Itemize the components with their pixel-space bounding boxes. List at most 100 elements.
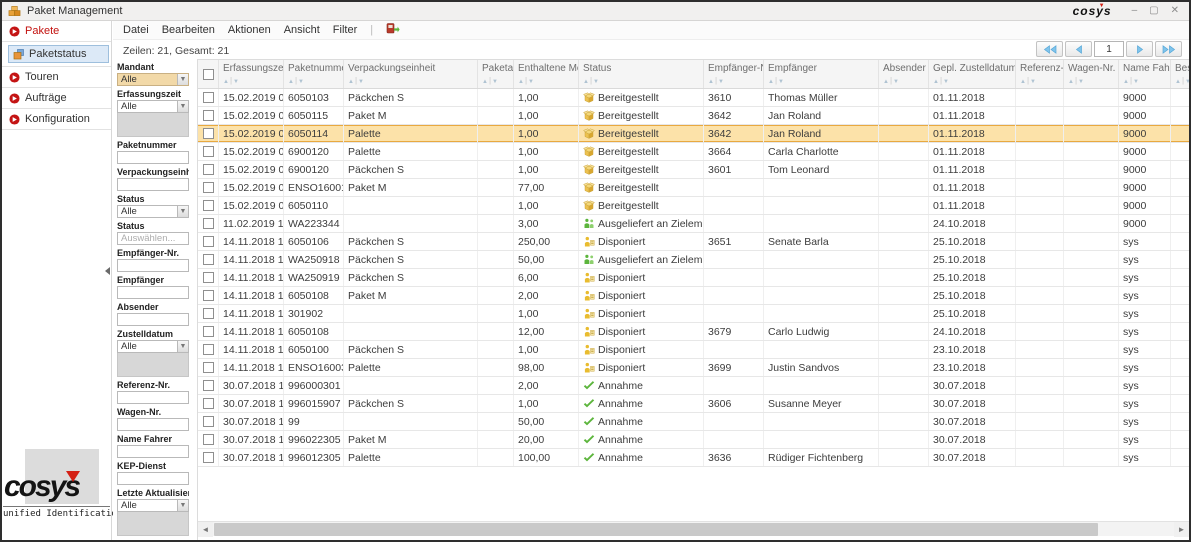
sort-icons[interactable]: ▲|▼ (1020, 76, 1063, 85)
page-first-button[interactable] (1036, 41, 1063, 57)
table-row[interactable]: 14.11.2018 14:496050106Päckchen S250,00D… (198, 233, 1189, 251)
select-all-checkbox[interactable] (203, 69, 214, 80)
sort-icons[interactable]: ▲|▼ (708, 76, 763, 85)
column-header-gepl-zustelldatum[interactable]: Gepl. Zustelldatum ▲|▼ (929, 60, 1016, 88)
table-row[interactable]: 15.02.2019 08:566900120Palette1,00Bereit… (198, 143, 1189, 161)
page-prev-button[interactable] (1065, 41, 1092, 57)
row-checkbox[interactable] (203, 146, 214, 157)
table-row[interactable]: 15.02.2019 09:006050114Palette1,00Bereit… (198, 125, 1189, 143)
sidebar-item-paketstatus[interactable]: Paketstatus (8, 45, 109, 63)
filter-input-paketnummer[interactable] (117, 151, 189, 164)
menu-datei[interactable]: Datei (123, 24, 149, 36)
chevron-down-icon[interactable]: ▼ (177, 341, 188, 352)
filter-select-letzte-aktualisierung[interactable]: Alle ▼ (117, 499, 189, 512)
filter-panel-collapse-icon[interactable] (105, 267, 110, 275)
table-row[interactable]: 15.02.2019 09:016050115Paket M1,00Bereit… (198, 107, 1189, 125)
table-row[interactable]: 30.07.2018 15:419960003012,00Annahme30.0… (198, 377, 1189, 395)
table-row[interactable]: 14.11.2018 13:416050100Päckchen S1,00Dis… (198, 341, 1189, 359)
sort-icons[interactable]: ▲|▼ (223, 76, 283, 85)
page-number-input[interactable]: 1 (1094, 41, 1124, 57)
filter-input-kep-dienst[interactable] (117, 472, 189, 485)
sort-icons[interactable]: ▲|▼ (1123, 76, 1170, 85)
filter-input-absender[interactable] (117, 313, 189, 326)
menu-bearbeiten[interactable]: Bearbeiten (162, 24, 215, 36)
row-checkbox[interactable] (203, 218, 214, 229)
column-header-referenz-nr[interactable]: Referenz-Nr. ▲|▼ (1016, 60, 1064, 88)
horizontal-scrollbar[interactable]: ◄ ► (198, 521, 1189, 536)
filter-input-status[interactable]: Auswählen... (117, 232, 189, 245)
scroll-right-button[interactable]: ► (1174, 522, 1189, 537)
row-checkbox[interactable] (203, 290, 214, 301)
filter-select-status[interactable]: Alle ▼ (117, 205, 189, 218)
row-checkbox[interactable] (203, 398, 214, 409)
page-last-button[interactable] (1155, 41, 1182, 57)
sort-icons[interactable]: ▲|▼ (348, 76, 477, 85)
sort-icons[interactable]: ▲|▼ (482, 76, 513, 85)
sort-icons[interactable]: ▲|▼ (518, 76, 578, 85)
sidebar-item-touren[interactable]: Touren (2, 67, 111, 88)
minimize-button[interactable]: – (1132, 6, 1138, 16)
sort-icons[interactable]: ▲|▼ (288, 76, 343, 85)
column-header-empf-nger[interactable]: Empfänger ▲|▼ (764, 60, 879, 88)
sidebar-item-pakete[interactable]: Pakete (2, 21, 111, 42)
table-row[interactable]: 14.11.2018 13:41ENSO160039Palette98,00Di… (198, 359, 1189, 377)
row-checkbox[interactable] (203, 200, 214, 211)
page-next-button[interactable] (1126, 41, 1153, 57)
sort-icons[interactable]: ▲|▼ (933, 76, 1015, 85)
row-checkbox[interactable] (203, 182, 214, 193)
table-row[interactable]: 15.02.2019 09:076050103Päckchen S1,00Ber… (198, 89, 1189, 107)
filter-input-empf-nger-nr[interactable] (117, 259, 189, 272)
table-row[interactable]: 30.07.2018 15:419950,00Annahme30.07.2018… (198, 413, 1189, 431)
table-row[interactable]: 15.02.2019 08:5560501101,00Bereitgestell… (198, 197, 1189, 215)
sort-icons[interactable]: ▲|▼ (883, 76, 928, 85)
menu-aktionen[interactable]: Aktionen (228, 24, 271, 36)
row-checkbox[interactable] (203, 236, 214, 247)
column-header-status[interactable]: Status ▲|▼ (579, 60, 704, 88)
table-row[interactable]: 11.02.2019 10:51WA2233443,00Ausgeliefert… (198, 215, 1189, 233)
sort-icons[interactable]: ▲|▼ (1068, 76, 1118, 85)
menu-ansicht[interactable]: Ansicht (284, 24, 320, 36)
column-header-paketart[interactable]: Paketart ▲|▼ (478, 60, 514, 88)
row-checkbox[interactable] (203, 344, 214, 355)
row-checkbox[interactable] (203, 308, 214, 319)
table-row[interactable]: 30.07.2018 15:39996022305Paket M20,00Ann… (198, 431, 1189, 449)
column-header-empf-nger-nr[interactable]: Empfänger-Nr. ▲|▼ (704, 60, 764, 88)
row-checkbox[interactable] (203, 272, 214, 283)
column-header-erfassungszeit[interactable]: Erfassungszeit ▲|▼ (219, 60, 284, 88)
table-row[interactable]: 15.02.2019 08:566900120Päckchen S1,00Ber… (198, 161, 1189, 179)
table-row[interactable]: 14.11.2018 14:49605010812,00Disponiert36… (198, 323, 1189, 341)
table-row[interactable]: 30.07.2018 15:39996012305Palette100,00An… (198, 449, 1189, 467)
row-checkbox[interactable] (203, 164, 214, 175)
chevron-down-icon[interactable]: ▼ (177, 500, 188, 511)
row-checkbox[interactable] (203, 452, 214, 463)
sidebar-item-konfiguration[interactable]: Konfiguration (2, 109, 111, 130)
row-checkbox[interactable] (203, 92, 214, 103)
row-checkbox[interactable] (203, 362, 214, 373)
sidebar-item-auftr-ge[interactable]: Aufträge (2, 88, 111, 109)
sort-icons[interactable]: ▲|▼ (583, 76, 703, 85)
row-checkbox[interactable] (203, 434, 214, 445)
row-checkbox[interactable] (203, 128, 214, 139)
filter-select-zustelldatum[interactable]: Alle ▼ (117, 340, 189, 353)
filter-select-mandant[interactable]: Alle ▼ (117, 73, 189, 86)
scrollbar-thumb[interactable] (214, 523, 1098, 536)
table-row[interactable]: 14.11.2018 14:49WA250918Päckchen S50,00A… (198, 251, 1189, 269)
column-header-enthaltene-menge[interactable]: Enthaltene Menge ▲|▼ (514, 60, 579, 88)
row-checkbox[interactable] (203, 380, 214, 391)
column-header-name-fahrer[interactable]: Name Fahrer ▲|▼ (1119, 60, 1171, 88)
column-header-verpackungseinheit[interactable]: Verpackungseinheit ▲|▼ (344, 60, 478, 88)
row-checkbox[interactable] (203, 326, 214, 337)
filter-select-erfassungszeit[interactable]: Alle ▼ (117, 100, 189, 113)
table-row[interactable]: 30.07.2018 15:41996015907Päckchen S1,00A… (198, 395, 1189, 413)
maximize-button[interactable]: ▢ (1149, 6, 1158, 16)
close-button[interactable]: ✕ (1171, 6, 1179, 16)
filter-input-name-fahrer[interactable] (117, 445, 189, 458)
menu-action-button[interactable] (386, 21, 400, 39)
scroll-left-button[interactable]: ◄ (198, 522, 213, 537)
filter-input-wagen-nr[interactable] (117, 418, 189, 431)
table-row[interactable]: 15.02.2019 08:55ENSO160010Paket M77,00Be… (198, 179, 1189, 197)
chevron-down-icon[interactable]: ▼ (177, 206, 188, 217)
column-header-besch[interactable]: Besch ▲|▼ (1171, 60, 1189, 88)
column-header-absender[interactable]: Absender ▲|▼ (879, 60, 929, 88)
row-checkbox[interactable] (203, 110, 214, 121)
